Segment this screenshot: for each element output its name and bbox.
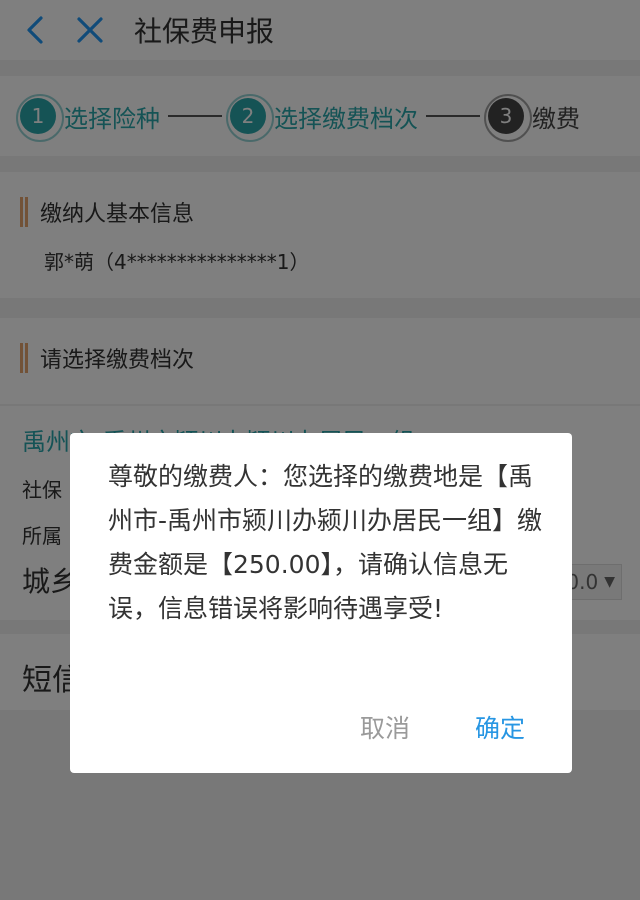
confirm-button[interactable]: 确定 <box>475 709 525 745</box>
cancel-button[interactable]: 取消 <box>360 709 410 745</box>
confirm-dialog: 尊敬的缴费人：您选择的缴费地是【禹州市-禹州市颍川办颍川办居民一组】缴费金额是【… <box>70 433 572 773</box>
dialog-message: 尊敬的缴费人：您选择的缴费地是【禹州市-禹州市颍川办颍川办居民一组】缴费金额是【… <box>108 462 543 623</box>
